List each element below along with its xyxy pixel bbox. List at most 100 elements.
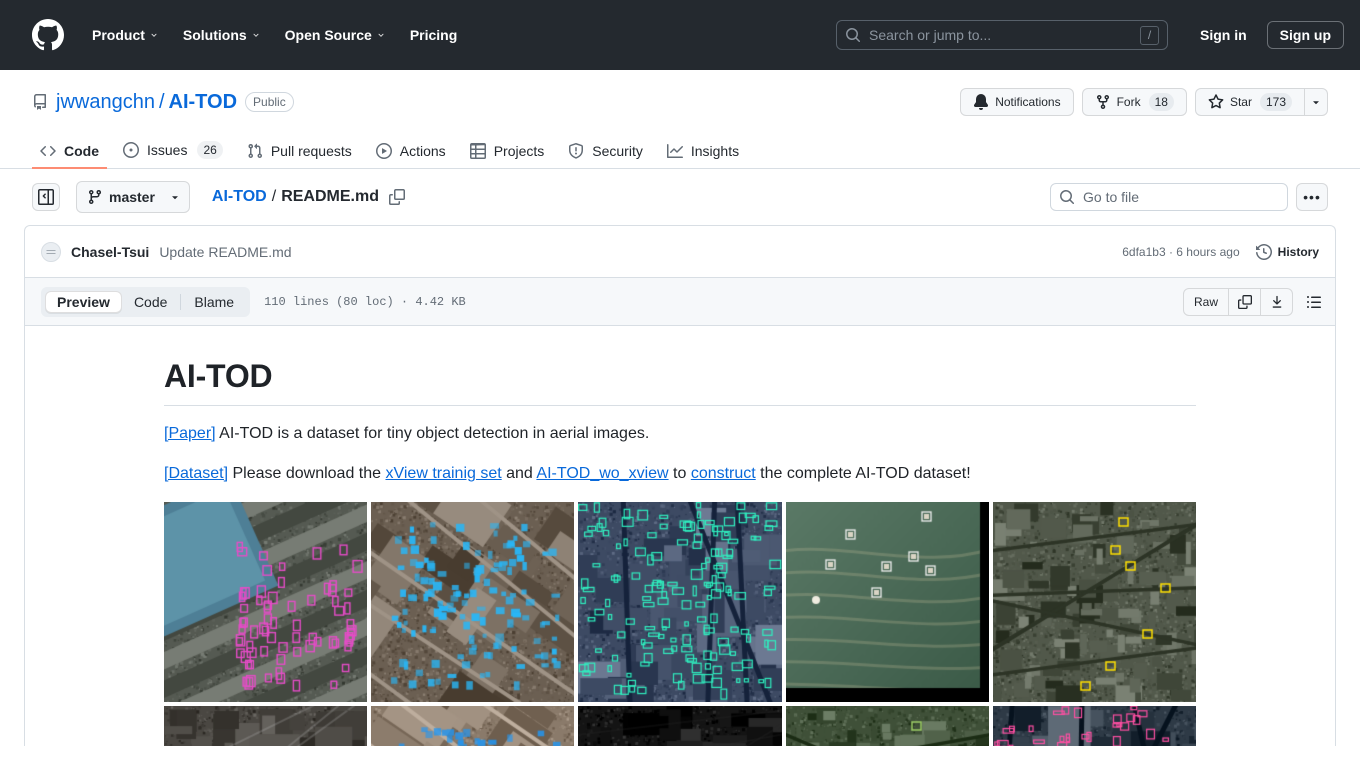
sample-image-6 [164,706,368,746]
nav-item-open-source[interactable]: Open Source [273,19,398,51]
nav-item-product[interactable]: Product [80,19,171,51]
dataset-text-4: the complete AI-TOD dataset! [755,465,971,482]
notifications-label: Notifications [995,95,1061,109]
repo-header: jwwangchn / AI-TOD Public Notifications … [0,70,1360,169]
xview-training-set-link[interactable]: xView trainig set [385,465,501,482]
commit-right: 6dfa1b3 · 6 hours ago History [1122,243,1319,260]
tab-actions[interactable]: Actions [368,135,454,169]
nav-item-solutions[interactable]: Solutions [171,19,273,51]
copy-raw-icon[interactable] [1228,288,1260,315]
tab-security[interactable]: Security [560,135,651,169]
commit-sha-and-time[interactable]: 6dfa1b3 · 6 hours ago [1122,245,1239,259]
tab-label: Code [64,143,99,159]
file-view: Preview Code Blame 110 lines (80 loc) · … [24,277,1336,746]
repo-owner-link[interactable]: jwwangchn [56,91,155,114]
raw-button[interactable]: Raw [1184,289,1228,315]
commit-author[interactable]: Chasel-Tsui [71,244,149,260]
search-shortcut-key: / [1140,25,1159,45]
sample-image-9 [785,706,989,746]
notifications-button[interactable]: Notifications [960,88,1074,116]
fork-button[interactable]: Fork 18 [1081,88,1187,116]
tab-preview[interactable]: Preview [45,290,122,313]
search-placeholder: Search or jump to... [869,27,992,43]
repo-nav-tabs: Code Issues 26 Pull requests Actions Pro… [32,132,1328,169]
tab-label: Pull requests [270,143,352,159]
tab-projects[interactable]: Projects [462,135,553,169]
issue-opened-icon [123,142,139,158]
list-unordered-icon[interactable] [1301,289,1327,315]
sample-image-2 [371,502,575,702]
readme-preview: AI-TOD [Paper] AI-TOD is a dataset for t… [25,326,1335,746]
construct-link[interactable]: construct [691,465,756,482]
tab-pull-requests[interactable]: Pull requests [239,135,360,169]
breadcrumb-repo-link[interactable]: AI-TOD [212,188,267,206]
go-to-file-input[interactable]: Go to file [1050,183,1288,211]
aitod-wo-xview-link[interactable]: AI-TOD_wo_xview [536,465,668,482]
sample-image-row-1 [164,502,1197,702]
tab-insights[interactable]: Insights [659,135,747,169]
sample-image-5 [992,502,1197,702]
chevron-down-icon [169,191,181,203]
page-title: AI-TOD [164,358,1196,406]
tab-issues[interactable]: Issues 26 [115,133,231,169]
tab-code[interactable]: Code [32,135,107,169]
download-icon[interactable] [1260,288,1292,315]
code-icon [40,143,56,159]
repo-path-separator: / [158,90,165,113]
bell-icon [973,94,989,110]
dataset-link[interactable]: [Dataset] [164,465,228,482]
dataset-text-1: Please download the [228,465,386,482]
star-button[interactable]: Star 173 [1194,88,1304,116]
tab-label: Projects [493,143,545,159]
branch-selector-button[interactable]: master [76,181,190,213]
repo-title-row: jwwangchn / AI-TOD Public Notifications … [32,86,1328,118]
sample-image-1 [164,502,368,702]
sample-image-3 [578,502,782,702]
history-label: History [1277,244,1319,259]
fork-count: 18 [1148,93,1174,111]
latest-commit-row: Chasel-Tsui Update README.md 6dfa1b3 · 6… [24,225,1336,277]
tab-code[interactable]: Code [122,291,179,313]
repo-name-link[interactable]: AI-TOD [169,91,238,114]
fork-label: Fork [1116,95,1141,109]
sign-in-button[interactable]: Sign in [1184,22,1263,48]
file-toolbar-right: Go to file ••• [1050,183,1328,211]
segmented-divider [180,293,182,310]
more-options-button[interactable]: ••• [1296,183,1328,211]
breadcrumb-current-file: README.md [281,188,379,205]
nav-item-pricing[interactable]: Pricing [398,19,469,51]
tab-label: Security [592,143,643,159]
play-icon [375,143,392,159]
search-input[interactable]: Search or jump to... / [836,20,1168,50]
star-dropdown-button[interactable] [1304,88,1328,116]
file-view-mode-tabs: Preview Code Blame [41,286,251,317]
git-branch-icon [87,189,103,205]
paper-link[interactable]: [Paper] [164,425,216,442]
history-link[interactable]: History [1255,243,1319,260]
paragraph-paper: [Paper] AI-TOD is a dataset for tiny obj… [164,422,1196,446]
avatar[interactable] [41,241,61,262]
repo-visibility-badge: Public [245,92,294,112]
graph-icon [666,143,683,159]
history-icon [1255,243,1272,260]
paragraph-dataset: [Dataset] Please download the xView trai… [164,462,1196,486]
sample-image-8 [578,706,782,746]
file-toolbar: master AI-TOD / README.md Go to file ••• [24,169,1336,225]
repo-icon [32,94,48,110]
global-nav: Product Solutions Open Source Pricing [80,19,469,51]
github-mark-icon[interactable] [32,19,64,51]
commit-message[interactable]: Update README.md [159,244,291,260]
star-label: Star [1229,95,1252,109]
nav-label: Pricing [409,27,458,43]
sample-image-7 [371,706,575,746]
sign-up-button[interactable]: Sign up [1266,21,1344,49]
nav-label: Product [92,27,145,43]
repo-actions: Notifications Fork 18 Star 173 [960,88,1328,116]
file-header-actions: Raw [1182,287,1327,316]
breadcrumb: AI-TOD / README.md [212,188,405,206]
tab-blame[interactable]: Blame [182,291,246,313]
copy-icon[interactable] [388,189,405,205]
sidebar-expand-icon[interactable] [32,183,60,211]
sample-image-4 [785,502,989,702]
markdown-content: AI-TOD [Paper] AI-TOD is a dataset for t… [164,358,1197,746]
